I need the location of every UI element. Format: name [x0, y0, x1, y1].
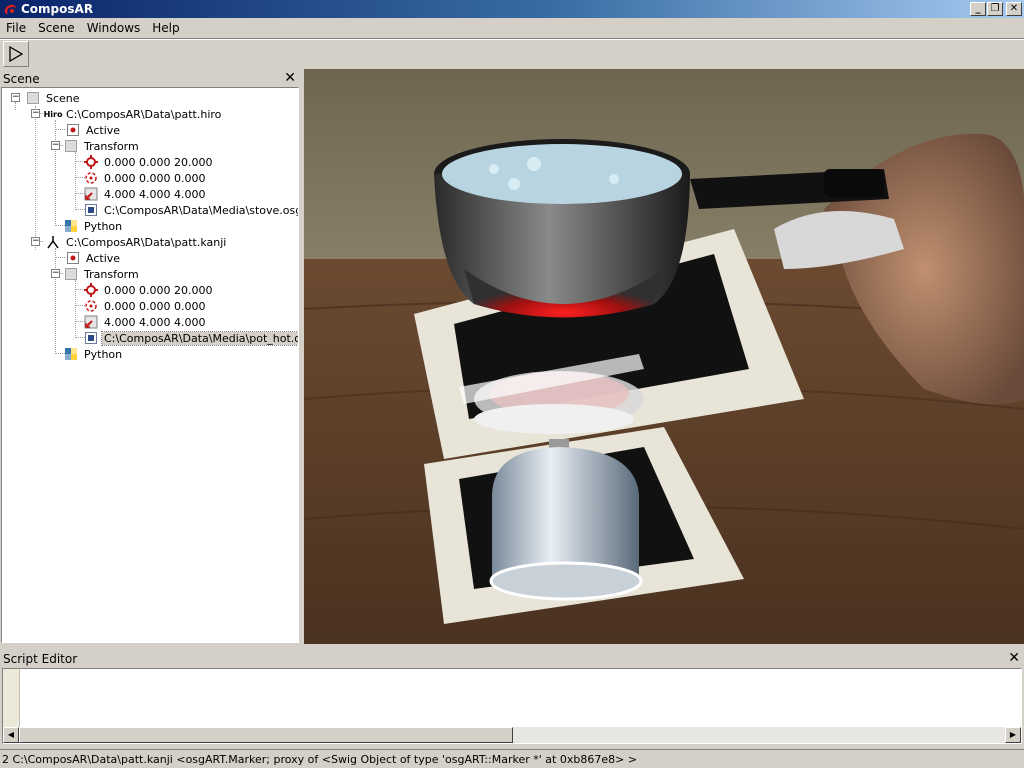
scroll-right-icon[interactable]: ▶: [1005, 727, 1021, 743]
active-icon: [66, 251, 80, 265]
tree-node-model[interactable]: C:\ComposAR\Data\Media\stove.osg: [84, 202, 298, 218]
scene-icon: [26, 91, 40, 105]
ar-viewport[interactable]: [304, 69, 1024, 644]
script-editor-close-icon[interactable]: ✕: [1008, 650, 1020, 666]
title-bar: ComposAR _ ❐ ✕: [0, 0, 1024, 18]
script-editor-header: Script Editor ✕: [0, 650, 1024, 667]
scale-icon: [84, 187, 98, 201]
transform-icon: [64, 139, 78, 153]
ar-scene-render: [304, 69, 1024, 644]
tree-node-scene[interactable]: Scene: [26, 90, 82, 106]
kanji-marker-icon: [44, 235, 62, 249]
scene-tree: − − − − − Scene Hiro C:\ComposAR\Data\pa…: [1, 87, 299, 643]
app-logo-icon: [2, 2, 18, 16]
tree-node-python[interactable]: Python: [64, 218, 124, 234]
tree-node-transform[interactable]: Transform: [64, 138, 141, 154]
rotate-icon: [84, 299, 98, 313]
minimize-button[interactable]: _: [970, 2, 986, 16]
tree-node-marker-kanji[interactable]: C:\ComposAR\Data\patt.kanji: [44, 234, 228, 250]
tree-node-python[interactable]: Python: [64, 346, 124, 362]
play-icon: [9, 45, 24, 63]
tree-node-scale[interactable]: 4.000 4.000 4.000: [84, 186, 207, 202]
tree-node-rotate[interactable]: 0.000 0.000 0.000: [84, 298, 207, 314]
expander-transform-kanji[interactable]: −: [51, 269, 60, 278]
scroll-left-icon[interactable]: ◀: [3, 727, 19, 743]
translate-icon: [84, 283, 98, 297]
status-bar: 2 C:\ComposAR\Data\patt.kanji <osgART.Ma…: [0, 749, 1024, 768]
tree-node-translate[interactable]: 0.000 0.000 20.000: [84, 282, 214, 298]
menu-bar: File Scene Windows Help: [0, 18, 1024, 38]
expander-transform-hiro[interactable]: −: [51, 141, 60, 150]
tree-node-active[interactable]: Active: [66, 250, 122, 266]
python-icon: [64, 347, 78, 361]
active-icon: [66, 123, 80, 137]
tree-node-active[interactable]: Active: [66, 122, 122, 138]
status-text: 2 C:\ComposAR\Data\patt.kanji <osgART.Ma…: [2, 752, 638, 766]
expander-marker-kanji[interactable]: −: [31, 237, 40, 246]
model-file-icon: [84, 331, 98, 345]
horizontal-scrollbar[interactable]: ◀ ▶: [3, 727, 1021, 743]
tree-node-rotate[interactable]: 0.000 0.000 0.000: [84, 170, 207, 186]
expander-marker-hiro[interactable]: −: [31, 109, 40, 118]
menu-help[interactable]: Help: [146, 21, 185, 35]
menu-file[interactable]: File: [0, 21, 32, 35]
menu-scene[interactable]: Scene: [32, 21, 81, 35]
play-button[interactable]: [3, 41, 29, 67]
transform-icon: [64, 267, 78, 281]
restore-button[interactable]: ❐: [987, 2, 1003, 16]
tree-node-marker-hiro[interactable]: Hiro C:\ComposAR\Data\patt.hiro: [44, 106, 223, 122]
tree-node-scale[interactable]: 4.000 4.000 4.000: [84, 314, 207, 330]
script-text-area[interactable]: [21, 669, 1021, 729]
tree-node-transform[interactable]: Transform: [64, 266, 141, 282]
hiro-marker-icon: Hiro: [43, 109, 63, 119]
model-file-icon: [84, 203, 98, 217]
python-icon: [64, 219, 78, 233]
close-button[interactable]: ✕: [1006, 2, 1022, 16]
rotate-icon: [84, 171, 98, 185]
scene-panel-header: Scene ✕: [0, 70, 300, 87]
expander-scene[interactable]: −: [11, 93, 20, 102]
line-number-gutter: [3, 669, 20, 727]
script-editor-title: Script Editor: [3, 651, 78, 666]
scale-icon: [84, 315, 98, 329]
menu-windows[interactable]: Windows: [81, 21, 147, 35]
scrollbar-thumb[interactable]: [19, 727, 513, 743]
tree-node-translate[interactable]: 0.000 0.000 20.000: [84, 154, 214, 170]
window-title: ComposAR: [21, 2, 94, 16]
tree-node-model-selected[interactable]: C:\ComposAR\Data\Media\pot_hot.osg: [84, 330, 298, 346]
script-editor: ◀ ▶: [2, 668, 1022, 744]
scene-panel-title: Scene: [3, 71, 40, 86]
translate-icon: [84, 155, 98, 169]
toolbar: [0, 40, 1024, 68]
scene-panel-close-icon[interactable]: ✕: [284, 70, 296, 86]
